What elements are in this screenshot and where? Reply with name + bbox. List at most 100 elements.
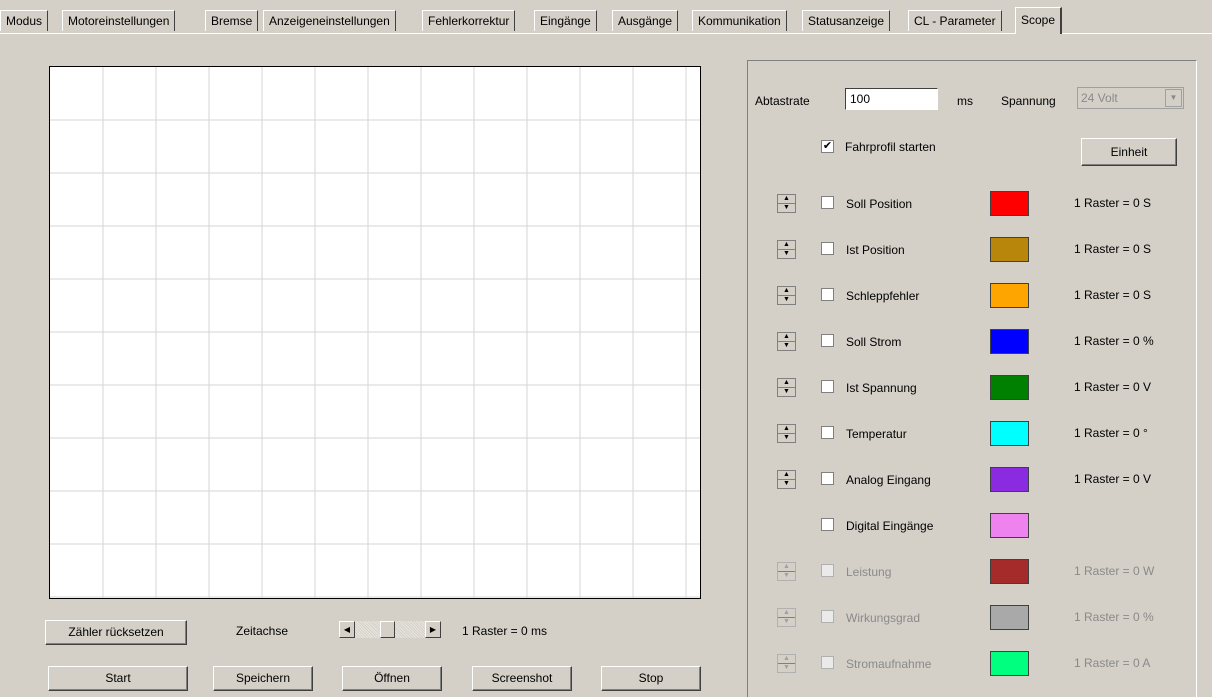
spannung-select[interactable]: 24 Volt ▼ [1077,87,1184,109]
color-swatch[interactable] [990,513,1029,538]
ms-unit-label: ms [957,94,973,108]
color-swatch[interactable] [990,191,1029,216]
spinner[interactable]: ▲ ▼ [777,378,796,397]
tab-ausgaenge[interactable]: Ausgänge [612,10,679,31]
zeitachse-label: Zeitachse [236,624,289,638]
spinner[interactable]: ▲ ▼ [777,608,796,627]
down-arrow-icon[interactable]: ▼ [778,434,795,442]
color-swatch[interactable] [990,467,1029,492]
color-swatch[interactable] [990,375,1029,400]
down-arrow-icon[interactable]: ▼ [778,250,795,258]
einheit-button[interactable]: Einheit [1081,138,1177,166]
up-arrow-icon[interactable]: ▲ [778,425,795,434]
channel-raster: 1 Raster = 0 A [1074,656,1151,670]
tab-cl-parameter[interactable]: CL - Parameter [908,10,1002,31]
chevron-down-icon[interactable]: ▼ [1165,89,1182,107]
down-arrow-icon[interactable]: ▼ [778,618,795,626]
up-arrow-icon[interactable]: ▲ [778,379,795,388]
tab-modus[interactable]: Modus [0,10,49,31]
scroll-left-icon[interactable]: ◀ [339,621,355,638]
down-arrow-icon[interactable]: ▼ [778,572,795,580]
channel-raster: 1 Raster = 0 S [1074,288,1152,302]
tab-bar: Modus Motoreinstellungen Bremse Anzeigen… [0,0,1212,40]
up-arrow-icon[interactable]: ▲ [778,287,795,296]
scope-plot[interactable] [49,66,701,599]
open-button[interactable]: Öffnen [342,666,442,691]
tab-fehlerkorrektur[interactable]: Fehlerkorrektur [422,10,516,31]
fahrprofil-checkbox[interactable]: ✔ [821,140,834,153]
reset-counter-button[interactable]: Zähler rücksetzen [45,620,187,645]
channel-label: Digital Eingänge [846,519,934,533]
down-arrow-icon[interactable]: ▼ [778,388,795,396]
channel-label: Schleppfehler [846,289,920,303]
channel-label: Soll Position [846,197,913,211]
tab-bremse[interactable]: Bremse [205,10,259,31]
up-arrow-icon[interactable]: ▲ [778,471,795,480]
up-arrow-icon[interactable]: ▲ [778,333,795,342]
color-swatch[interactable] [990,421,1029,446]
channel-raster: 1 Raster = 0 V [1074,380,1152,394]
up-arrow-icon[interactable]: ▲ [778,563,795,572]
down-arrow-icon[interactable]: ▼ [778,664,795,672]
channel-checkbox[interactable] [821,564,834,577]
up-arrow-icon[interactable]: ▲ [778,241,795,250]
color-swatch[interactable] [990,283,1029,308]
channel-raster: 1 Raster = 0 S [1074,196,1152,210]
color-swatch[interactable] [990,329,1029,354]
scroll-thumb[interactable] [380,621,395,638]
abtastrate-label: Abtastrate [755,94,810,108]
down-arrow-icon[interactable]: ▼ [778,296,795,304]
channel-raster: 1 Raster = 0 S [1074,242,1152,256]
spinner[interactable]: ▲ ▼ [777,240,796,259]
color-swatch[interactable] [990,605,1029,630]
tab-eingaenge[interactable]: Eingänge [534,10,597,31]
spinner[interactable]: ▲ ▼ [777,286,796,305]
channel-checkbox[interactable] [821,334,834,347]
stop-button[interactable]: Stop [601,666,701,691]
start-button[interactable]: Start [48,666,188,691]
save-button[interactable]: Speichern [213,666,313,691]
spinner[interactable]: ▲ ▼ [777,654,796,673]
up-arrow-icon[interactable]: ▲ [778,655,795,664]
tab-anzeigeneinstellungen[interactable]: Anzeigeneinstellungen [263,10,396,31]
up-arrow-icon[interactable]: ▲ [778,609,795,618]
spinner[interactable]: ▲ ▼ [777,470,796,489]
channel-checkbox[interactable] [821,426,834,439]
channel-label: Ist Spannung [846,381,917,395]
channel-checkbox[interactable] [821,518,834,531]
channel-raster: 1 Raster = 0 ° [1074,426,1148,440]
down-arrow-icon[interactable]: ▼ [778,342,795,350]
channel-label: Analog Eingang [846,473,931,487]
channel-checkbox[interactable] [821,196,834,209]
color-swatch[interactable] [990,651,1029,676]
tab-motoreinstellungen[interactable]: Motoreinstellungen [62,10,176,31]
channel-checkbox[interactable] [821,242,834,255]
color-swatch[interactable] [990,559,1029,584]
channel-checkbox[interactable] [821,472,834,485]
color-swatch[interactable] [990,237,1029,262]
channel-raster: 1 Raster = 0 V [1074,472,1152,486]
tab-kommunikation[interactable]: Kommunikation [692,10,787,31]
channel-checkbox[interactable] [821,380,834,393]
spinner[interactable]: ▲ ▼ [777,194,796,213]
tab-statusanzeige[interactable]: Statusanzeige [802,10,891,31]
channel-checkbox[interactable] [821,288,834,301]
channel-checkbox[interactable] [821,656,834,669]
down-arrow-icon[interactable]: ▼ [778,480,795,488]
down-arrow-icon[interactable]: ▼ [778,204,795,212]
scroll-right-icon[interactable]: ▶ [425,621,441,638]
abtastrate-input[interactable] [845,88,938,110]
channel-label: Temperatur [846,427,907,441]
channel-checkbox[interactable] [821,610,834,623]
screenshot-button[interactable]: Screenshot [472,666,572,691]
channel-label: Leistung [846,565,892,579]
spinner[interactable]: ▲ ▼ [777,424,796,443]
tab-scope[interactable]: Scope [1015,7,1063,34]
time-raster-label: 1 Raster = 0 ms [462,624,548,638]
spinner[interactable]: ▲ ▼ [777,332,796,351]
channel-raster: 1 Raster = 0 % [1074,334,1154,348]
up-arrow-icon[interactable]: ▲ [778,195,795,204]
channel-raster: 1 Raster = 0 % [1074,610,1154,624]
time-axis-scrollbar[interactable]: ◀ ▶ [339,621,441,638]
spinner[interactable]: ▲ ▼ [777,562,796,581]
